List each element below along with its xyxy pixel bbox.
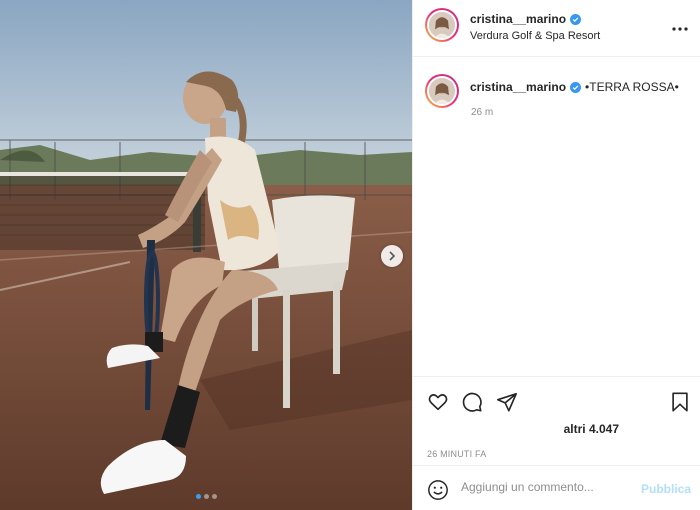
- username-label[interactable]: cristina__marino: [470, 12, 566, 26]
- like-button[interactable]: [427, 391, 449, 413]
- bookmark-icon: [672, 392, 688, 412]
- emoji-button[interactable]: [427, 479, 449, 501]
- post-photo: [0, 0, 412, 510]
- verified-badge-icon: [570, 81, 582, 93]
- post-header: cristina__marino Verdura Golf & Spa Reso…: [413, 0, 700, 57]
- chevron-right-icon: [389, 251, 396, 261]
- smiley-icon: [428, 480, 448, 500]
- publish-button[interactable]: Pubblica: [641, 482, 691, 496]
- share-button[interactable]: [496, 391, 518, 413]
- post-author[interactable]: cristina__marino: [470, 12, 582, 26]
- comment-button[interactable]: [461, 391, 483, 413]
- post-side-panel: cristina__marino Verdura Golf & Spa Reso…: [412, 0, 700, 510]
- caption-username[interactable]: cristina__marino: [470, 80, 566, 94]
- more-horizontal-icon: [672, 27, 688, 31]
- post-caption: cristina__marino •TERRA ROSSA•: [470, 80, 679, 94]
- carousel-dot: [195, 494, 201, 499]
- carousel-dot: [203, 494, 209, 499]
- more-options-button[interactable]: [672, 18, 688, 36]
- post-actions: altri 4.047 26 MINUTI FA Pubblica: [413, 376, 700, 510]
- profile-photo: [429, 78, 455, 104]
- avatar[interactable]: [425, 8, 459, 42]
- carousel-indicator: [0, 494, 412, 499]
- comment-icon: [462, 392, 482, 412]
- likes-count[interactable]: altri 4.047: [564, 422, 619, 436]
- carousel-next-button[interactable]: [381, 245, 403, 267]
- save-button[interactable]: [669, 391, 691, 413]
- avatar[interactable]: [425, 74, 459, 108]
- location-link[interactable]: Verdura Golf & Spa Resort: [470, 30, 600, 42]
- post-timestamp[interactable]: 26 MINUTI FA: [427, 449, 486, 459]
- paper-plane-icon: [497, 392, 517, 412]
- comment-form: Pubblica: [413, 465, 700, 510]
- carousel-dot: [211, 494, 217, 499]
- heart-icon: [428, 394, 448, 411]
- caption-timestamp[interactable]: 26 m: [471, 107, 493, 118]
- post-media[interactable]: [0, 0, 412, 510]
- caption-text: •TERRA ROSSA•: [585, 80, 679, 94]
- comment-input[interactable]: [461, 480, 631, 494]
- verified-badge-icon: [570, 13, 582, 25]
- profile-photo: [429, 12, 455, 38]
